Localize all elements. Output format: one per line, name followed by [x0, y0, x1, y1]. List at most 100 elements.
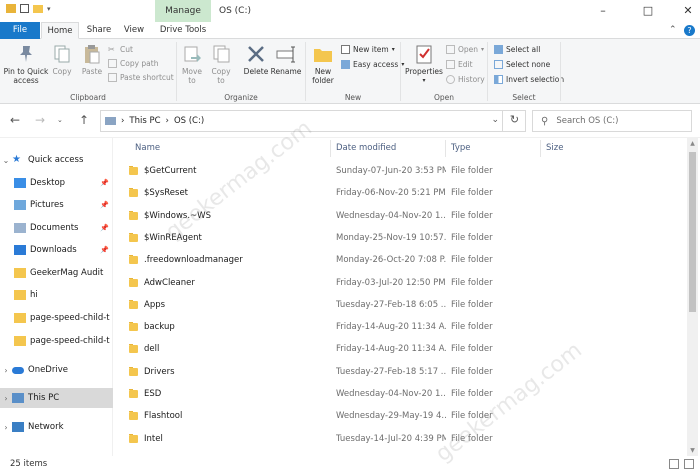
table-row[interactable]: AdwCleaner Friday-03-Jul-20 12:50 PM File …	[120, 272, 685, 294]
nav-network[interactable]: › Network	[0, 417, 113, 437]
easy-access-button[interactable]: Easy access ▾	[341, 58, 404, 70]
maximize-button[interactable]: □	[628, 0, 668, 22]
select-all-button[interactable]: Select all	[494, 43, 540, 55]
nav-item-pictures[interactable]: Pictures 📌	[0, 195, 113, 215]
scroll-down-icon[interactable]: ▼	[687, 447, 698, 454]
table-row[interactable]: Flashtool Wednesday-29-May-19 4... File fo…	[120, 405, 685, 427]
column-header-name[interactable]: Name	[130, 140, 331, 157]
properties-quick-icon[interactable]	[20, 4, 29, 13]
manage-context-tab[interactable]: Manage	[155, 0, 211, 22]
title-bar: ▾ Manage OS (C:) – □ ✕	[0, 0, 700, 22]
expand-icon[interactable]: ›	[0, 366, 12, 375]
nav-item-page-speed-1[interactable]: page-speed-child-t	[0, 308, 113, 328]
scrollbar-thumb[interactable]	[689, 152, 696, 312]
new-item-button[interactable]: New item ▾	[341, 43, 395, 55]
table-row[interactable]: backup Friday-14-Aug-20 11:34 A... File fo…	[120, 316, 685, 338]
nav-item-downloads[interactable]: Downloads 📌	[0, 240, 113, 260]
nav-item-geekermag-audit[interactable]: GeekerMag Audit	[0, 263, 113, 283]
pin-icon[interactable]: 📌	[100, 224, 109, 232]
address-dropdown-icon[interactable]: ⌄	[491, 115, 499, 125]
copy-label: Copy	[52, 67, 72, 76]
window-title: OS (C:)	[219, 6, 251, 16]
table-row[interactable]: $SysReset Friday-06-Nov-20 5:21 PM File fo…	[120, 182, 685, 204]
refresh-button[interactable]: ↻	[502, 110, 526, 132]
invert-selection-button[interactable]: Invert selection	[494, 73, 564, 85]
paste-label: Paste	[81, 67, 103, 76]
delete-button[interactable]: Delete	[241, 43, 271, 76]
copy-button[interactable]: Copy	[50, 43, 74, 76]
tab-view[interactable]: View	[118, 22, 150, 39]
nav-item-hi[interactable]: hi	[0, 285, 113, 305]
search-input[interactable]: ⚲ Search OS (C:)	[532, 110, 692, 132]
new-folder-quick-icon[interactable]	[33, 4, 43, 13]
nav-quick-access[interactable]: ⌄ ★ Quick access	[0, 150, 113, 170]
tab-share[interactable]: Share	[83, 22, 115, 39]
table-row[interactable]: $GetCurrent Sunday-07-Jun-20 3:53 PM File …	[120, 160, 685, 182]
expand-icon[interactable]: ›	[0, 394, 12, 403]
large-icons-view-icon[interactable]	[684, 459, 694, 469]
recent-locations-icon[interactable]: ⌄	[57, 116, 63, 124]
rename-button[interactable]: Rename	[270, 43, 302, 76]
paste-shortcut-button[interactable]: Paste shortcut	[108, 71, 174, 83]
table-row[interactable]: Intel Tuesday-14-Jul-20 4:39 PM File folde…	[120, 428, 685, 450]
column-header-type[interactable]: Type	[446, 140, 541, 157]
column-header-date[interactable]: Date modified	[331, 140, 446, 157]
table-row[interactable]: .freedownloadmanager Monday-26-Oct-20 7:0…	[120, 249, 685, 271]
column-header-size[interactable]: Size	[541, 140, 621, 157]
folder-icon	[129, 277, 138, 287]
breadcrumb-this-pc[interactable]: This PC	[129, 116, 160, 126]
back-button[interactable]: ←	[10, 113, 20, 127]
table-row[interactable]: dell Friday-14-Aug-20 11:34 A... File fold…	[120, 338, 685, 360]
scroll-up-icon[interactable]: ▲	[687, 140, 698, 147]
table-row[interactable]: $WinREAgent Monday-25-Nov-19 10:57... File…	[120, 227, 685, 249]
details-view-icon[interactable]	[669, 459, 679, 469]
open-button[interactable]: Open ▾	[446, 43, 484, 55]
pin-icon[interactable]: 📌	[100, 201, 109, 209]
expand-icon[interactable]: ›	[0, 423, 12, 432]
new-folder-button[interactable]: New folder	[308, 43, 338, 85]
copy-path-button[interactable]: Copy path	[108, 57, 158, 69]
nav-item-desktop[interactable]: Desktop 📌	[0, 173, 113, 193]
copy-icon	[54, 45, 70, 63]
vertical-scrollbar[interactable]: ▲ ▼	[687, 138, 698, 456]
properties-button[interactable]: Properties ▾	[404, 43, 444, 85]
tab-file[interactable]: File	[0, 22, 40, 39]
table-row[interactable]: Apps Tuesday-27-Feb-18 6:05 ... File folde…	[120, 294, 685, 316]
copy-to-button[interactable]: Copy to	[208, 43, 234, 85]
nav-this-pc[interactable]: › This PC	[0, 388, 113, 408]
table-row[interactable]: $Windows.~WS Wednesday-04-Nov-20 1... File…	[120, 205, 685, 227]
forward-button[interactable]: →	[35, 113, 45, 127]
collapse-ribbon-icon[interactable]: ⌃	[669, 25, 677, 35]
tab-drive-tools[interactable]: Drive Tools	[155, 22, 211, 39]
address-bar[interactable]: › This PC › OS (C:) ⌄	[100, 110, 526, 132]
file-type: File folder	[451, 166, 493, 176]
edit-button[interactable]: Edit	[446, 58, 473, 70]
app-icon[interactable]	[6, 4, 16, 13]
pin-icon[interactable]: 📌	[100, 179, 109, 187]
group-label-new: New	[344, 93, 362, 102]
status-bar: 25 items	[0, 456, 700, 473]
nav-item-page-speed-2[interactable]: page-speed-child-t	[0, 331, 113, 351]
close-button[interactable]: ✕	[668, 0, 700, 22]
select-all-label: Select all	[506, 44, 541, 54]
breadcrumb-os-c[interactable]: OS (C:)	[174, 116, 204, 126]
select-none-button[interactable]: Select none	[494, 58, 550, 70]
tab-home[interactable]: Home	[41, 22, 79, 39]
open-icon	[446, 44, 455, 54]
nav-onedrive[interactable]: › OneDrive	[0, 360, 113, 380]
cut-button[interactable]: ✂ Cut	[108, 43, 133, 55]
up-button[interactable]: ↑	[79, 113, 89, 127]
pin-to-quick-access-button[interactable]: Pin to Quick access	[3, 43, 49, 85]
nav-item-documents[interactable]: Documents 📌	[0, 218, 113, 238]
pin-icon	[20, 46, 32, 62]
table-row[interactable]: ESD Wednesday-04-Nov-20 1... File folder	[120, 383, 685, 405]
paste-button[interactable]: Paste	[79, 43, 105, 76]
move-to-button[interactable]: Move to	[179, 43, 205, 85]
table-row[interactable]: Drivers Tuesday-27-Feb-18 5:17 ... File fo…	[120, 361, 685, 383]
help-icon[interactable]: ?	[684, 25, 695, 36]
expand-icon[interactable]: ⌄	[0, 156, 12, 165]
customize-toolbar-icon[interactable]: ▾	[47, 5, 51, 13]
history-button[interactable]: History	[446, 73, 485, 85]
minimize-button[interactable]: –	[583, 0, 623, 22]
pin-icon[interactable]: 📌	[100, 246, 109, 254]
